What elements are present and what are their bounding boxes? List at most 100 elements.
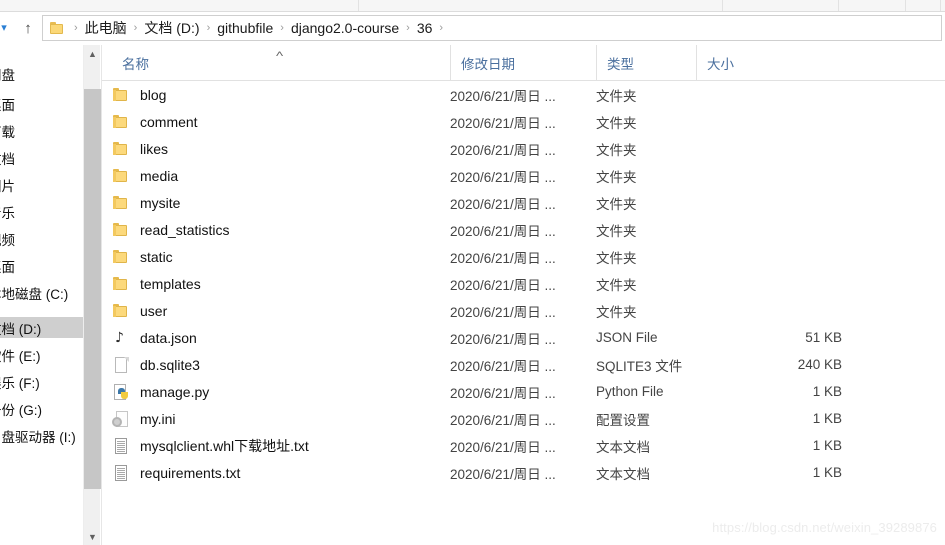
file-name-cell[interactable]: my.ini	[112, 405, 176, 432]
file-type-cell: 文件夹	[596, 250, 637, 266]
folder-icon	[112, 113, 130, 131]
navigation-pane[interactable]: 网盘桌面下载文档图片音乐视频桌面本地磁盘 (C:)文档 (D:)软件 (E:)娱…	[0, 45, 83, 545]
file-name-cell[interactable]: db.sqlite3	[112, 351, 200, 378]
breadcrumb-separator-icon[interactable]: ›	[399, 22, 417, 34]
column-header-label: 修改日期	[461, 56, 515, 72]
breadcrumb-item[interactable]: 此电脑	[85, 18, 127, 38]
nav-pane-item[interactable]: 本地磁盘 (C:)	[0, 282, 83, 303]
breadcrumb-item[interactable]: githubfile	[217, 20, 273, 36]
file-name-label: mysite	[140, 194, 181, 211]
file-name-label: my.ini	[140, 410, 176, 427]
file-name-cell[interactable]: requirements.txt	[112, 459, 240, 486]
watermark: https://blog.csdn.net/weixin_39289876	[712, 520, 937, 535]
file-date-cell: 2020/6/21/周日 ...	[450, 250, 556, 266]
nav-pane-item[interactable]: 下载	[0, 120, 83, 141]
file-list-row[interactable]: read_statistics 2020/6/21/周日 ... 文件夹	[102, 216, 945, 243]
file-list-row[interactable]: blog 2020/6/21/周日 ... 文件夹	[102, 81, 945, 108]
file-list-row[interactable]: manage.py 2020/6/21/周日 ... Python File 1 KB	[102, 378, 945, 405]
file-name-cell[interactable]: mysite	[112, 189, 180, 216]
nav-pane-item[interactable]: 视频	[0, 228, 83, 249]
file-type-cell: 配置设置	[596, 412, 650, 428]
folder-icon	[112, 86, 130, 104]
nav-pane-item[interactable]: 备份 (G:)	[0, 398, 83, 419]
scroll-up-chevron-up-icon[interactable]: ▲	[84, 45, 101, 62]
file-date-cell: 2020/6/21/周日 ...	[450, 196, 556, 212]
file-date-cell: 2020/6/21/周日 ...	[450, 277, 556, 293]
file-size-cell	[696, 270, 842, 297]
recent-locations-chevron-down-icon[interactable]: ▾	[0, 21, 12, 35]
address-bar: ▾ ↑ › 此电脑 › 文档 (D:) › githubfile › django2.0-co…	[0, 12, 945, 44]
file-type-cell: 文本文档	[596, 466, 650, 482]
file-list-row[interactable]: media 2020/6/21/周日 ... 文件夹	[102, 162, 945, 189]
nav-pane-item-label: 音乐	[0, 205, 15, 221]
nav-pane-item[interactable]: 软件 (E:)	[0, 344, 83, 365]
nav-pane-item[interactable]: 文档	[0, 147, 83, 168]
navigate-up-arrow-icon[interactable]: ↑	[16, 17, 40, 39]
file-name-cell[interactable]: blog	[112, 81, 166, 108]
file-date-cell: 2020/6/21/周日 ...	[450, 385, 556, 401]
text-file-icon	[112, 437, 130, 455]
file-list-row[interactable]: likes 2020/6/21/周日 ... 文件夹	[102, 135, 945, 162]
file-name-cell[interactable]: likes	[112, 135, 168, 162]
file-size-cell: 51 KB	[805, 330, 842, 345]
breadcrumb-separator-icon[interactable]: ›	[200, 22, 218, 34]
sort-ascending-chevron-up-icon: ˄	[275, 49, 284, 59]
file-list-row[interactable]: mysqlclient.whl下载地址.txt 2020/6/21/周日 ... 文…	[102, 432, 945, 459]
nav-pane-item[interactable]: 音乐	[0, 201, 83, 222]
file-list-row[interactable]: requirements.txt 2020/6/21/周日 ... 文本文档 1 KB	[102, 459, 945, 486]
file-list-row[interactable]: user 2020/6/21/周日 ... 文件夹	[102, 297, 945, 324]
column-header-label: 大小	[707, 56, 734, 72]
file-list-row[interactable]: comment 2020/6/21/周日 ... 文件夹	[102, 108, 945, 135]
file-date-cell: 2020/6/21/周日 ...	[450, 88, 556, 104]
file-name-label: manage.py	[140, 383, 210, 400]
file-list-row[interactable]: mysite 2020/6/21/周日 ... 文件夹	[102, 189, 945, 216]
file-name-cell[interactable]: templates	[112, 270, 201, 297]
nav-pane-item-label: 文档 (D:)	[0, 321, 42, 337]
file-name-cell[interactable]: mysqlclient.whl下载地址.txt	[112, 432, 309, 459]
column-header-size[interactable]: 大小	[696, 45, 842, 80]
file-list-row[interactable]: ♪ data.json 2020/6/21/周日 ... JSON File 51 KB	[102, 324, 945, 351]
column-header-name[interactable]: 名称 ˄	[112, 45, 450, 80]
nav-pane-item[interactable]: 桌面	[0, 93, 83, 114]
file-size-cell: 1 KB	[812, 384, 842, 399]
scrollbar-thumb[interactable]	[84, 89, 101, 489]
navigation-pane-scrollbar[interactable]: ▲ ▼	[83, 45, 101, 545]
file-date-cell: 2020/6/21/周日 ...	[450, 169, 556, 185]
breadcrumb-item[interactable]: 36	[417, 20, 433, 36]
file-name-label: media	[140, 167, 179, 184]
nav-pane-item-label: 网盘	[0, 67, 15, 83]
file-name-cell[interactable]: comment	[112, 108, 198, 135]
file-list-row[interactable]: db.sqlite3 2020/6/21/周日 ... SQLITE3 文件 240 …	[102, 351, 945, 378]
nav-pane-item[interactable]: 文档 (D:)	[0, 317, 83, 338]
column-header-date[interactable]: 修改日期	[450, 45, 596, 80]
breadcrumb-item[interactable]: django2.0-course	[291, 20, 399, 36]
breadcrumb[interactable]: › 此电脑 › 文档 (D:) › githubfile › django2.0-course…	[42, 15, 942, 41]
file-name-cell[interactable]: media	[112, 162, 178, 189]
file-name-cell[interactable]: user	[112, 297, 167, 324]
breadcrumb-separator-icon[interactable]: ›	[127, 22, 145, 34]
nav-pane-item[interactable]: 图片	[0, 174, 83, 195]
nav-pane-item[interactable]: 网盘	[0, 63, 83, 84]
file-name-cell[interactable]: static	[112, 243, 173, 270]
file-name-label: static	[140, 248, 173, 265]
file-list-row[interactable]: static 2020/6/21/周日 ... 文件夹	[102, 243, 945, 270]
nav-pane-item[interactable]: 娱乐 (F:)	[0, 371, 83, 392]
nav-pane-item[interactable]: 桌面	[0, 255, 83, 276]
blank-file-icon	[112, 356, 130, 374]
file-list-row[interactable]: my.ini 2020/6/21/周日 ... 配置设置 1 KB	[102, 405, 945, 432]
breadcrumb-item[interactable]: 文档 (D:)	[144, 18, 199, 38]
file-list-row[interactable]: templates 2020/6/21/周日 ... 文件夹	[102, 270, 945, 297]
file-type-cell: 文件夹	[596, 142, 637, 158]
breadcrumb-separator-icon[interactable]: ›	[67, 22, 85, 34]
file-name-cell[interactable]: ♪ data.json	[112, 324, 197, 351]
column-header-type[interactable]: 类型	[596, 45, 696, 80]
nav-pane-item[interactable]: U 盘驱动器 (I:)	[0, 425, 83, 446]
breadcrumb-separator-icon[interactable]: ›	[273, 22, 291, 34]
file-name-cell[interactable]: read_statistics	[112, 216, 229, 243]
folder-icon	[112, 248, 130, 266]
file-date-cell: 2020/6/21/周日 ...	[450, 331, 556, 347]
file-name-cell[interactable]: manage.py	[112, 378, 209, 405]
breadcrumb-separator-icon[interactable]: ›	[432, 22, 450, 34]
python-file-icon	[112, 383, 130, 401]
scroll-down-chevron-down-icon[interactable]: ▼	[84, 528, 101, 545]
